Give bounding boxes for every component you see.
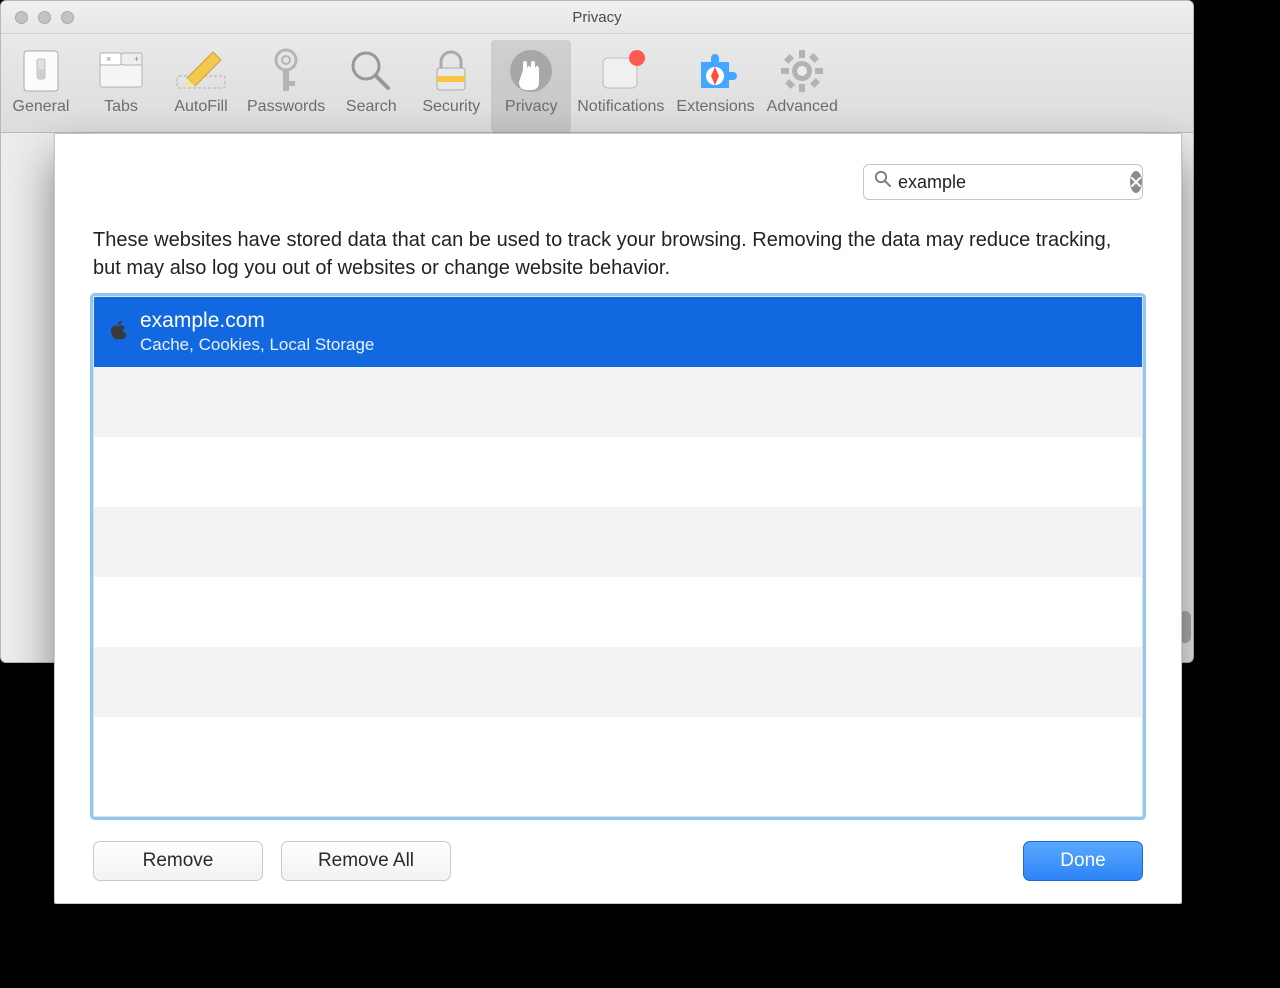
magnifier-icon: [348, 46, 394, 96]
description-text: These websites have stored data that can…: [93, 226, 1143, 282]
empty-row: [94, 437, 1142, 507]
tab-passwords[interactable]: Passwords: [241, 40, 331, 133]
close-window-button[interactable]: [15, 11, 28, 24]
traffic-lights: [1, 11, 74, 24]
svg-text:×: ×: [106, 54, 111, 64]
notification-badge-icon: [597, 46, 645, 96]
clear-search-button[interactable]: [1130, 171, 1142, 193]
window-title: Privacy: [1, 9, 1193, 26]
tab-autofill[interactable]: AutoFill: [161, 40, 241, 133]
pencil-form-icon: [173, 46, 229, 96]
remove-button[interactable]: Remove: [93, 841, 263, 881]
preferences-toolbar: General × + Tabs: [1, 34, 1193, 133]
tab-extensions[interactable]: Extensions: [670, 40, 760, 133]
search-input[interactable]: [898, 172, 1130, 193]
tab-search[interactable]: Search: [331, 40, 411, 133]
empty-row: [94, 367, 1142, 437]
tab-privacy[interactable]: Privacy: [491, 40, 571, 133]
hand-stop-icon: [508, 46, 554, 96]
minimize-window-button[interactable]: [38, 11, 51, 24]
padlock-icon: [431, 46, 471, 96]
empty-row: [94, 647, 1142, 717]
website-data-sheet: These websites have stored data that can…: [54, 133, 1182, 904]
tab-security[interactable]: Security: [411, 40, 491, 133]
tab-tabs[interactable]: × + Tabs: [81, 40, 161, 133]
done-button[interactable]: Done: [1023, 841, 1143, 881]
switch-icon: [20, 46, 62, 96]
search-field[interactable]: [863, 164, 1143, 200]
svg-text:+: +: [134, 54, 139, 64]
empty-row: [94, 717, 1142, 787]
website-row[interactable]: example.com Cache, Cookies, Local Storag…: [94, 297, 1142, 367]
zoom-window-button[interactable]: [61, 11, 74, 24]
website-domain: example.com: [140, 309, 374, 333]
puzzle-compass-icon: [693, 46, 739, 96]
empty-row: [94, 577, 1142, 647]
search-icon: [874, 170, 892, 194]
key-icon: [266, 46, 306, 96]
titlebar[interactable]: Privacy: [1, 1, 1193, 34]
gear-icon: [779, 46, 825, 96]
tab-advanced[interactable]: Advanced: [761, 40, 844, 133]
empty-row: [94, 507, 1142, 577]
tab-notifications[interactable]: Notifications: [571, 40, 670, 133]
tab-general[interactable]: General: [1, 40, 81, 133]
apple-icon: [110, 320, 128, 345]
remove-all-button[interactable]: Remove All: [281, 841, 451, 881]
tabs-icon: × +: [98, 46, 144, 96]
website-data-list[interactable]: example.com Cache, Cookies, Local Storag…: [93, 296, 1143, 817]
website-data-types: Cache, Cookies, Local Storage: [140, 335, 374, 355]
